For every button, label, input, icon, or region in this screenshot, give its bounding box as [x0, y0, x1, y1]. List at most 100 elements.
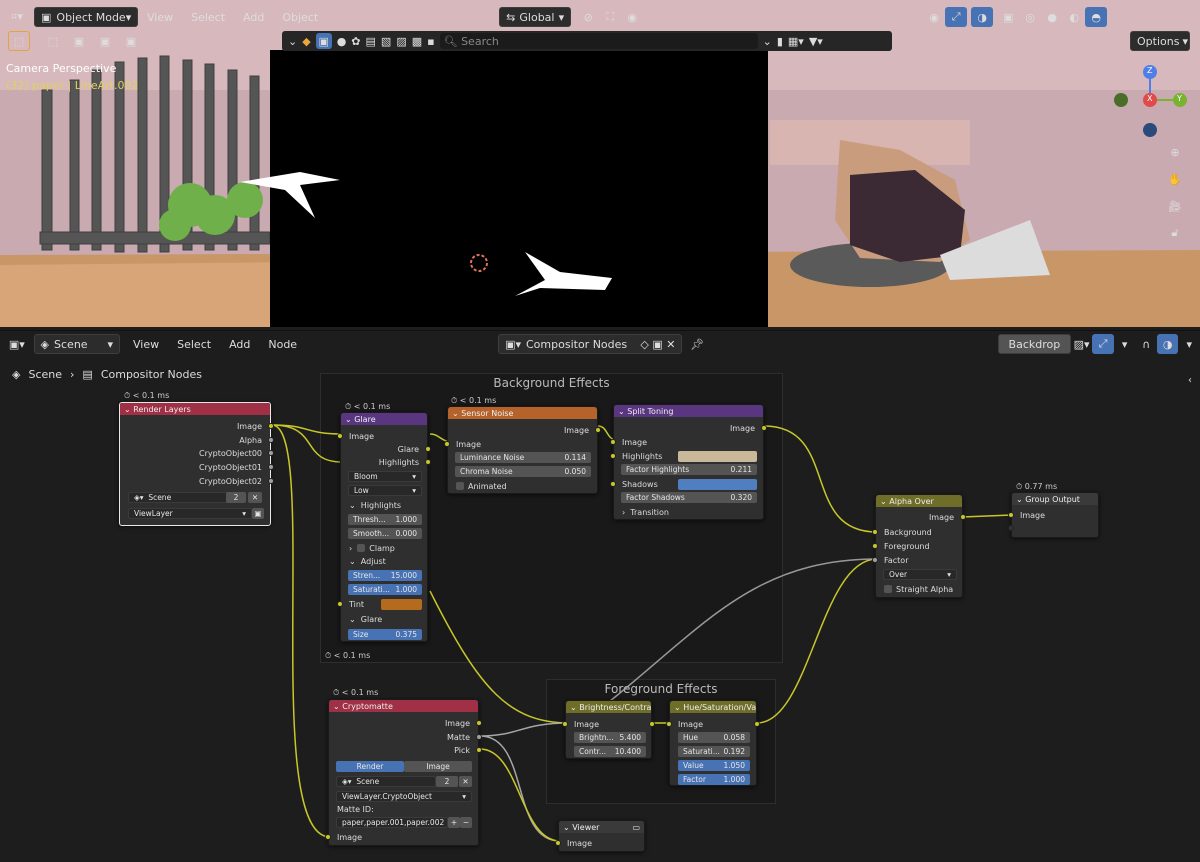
mode-selector[interactable]: ▣ Object Mode ▾ [34, 7, 138, 27]
socket[interactable] [761, 425, 767, 431]
funnel-icon[interactable]: ▼▾ [809, 35, 823, 48]
bookmark-icon[interactable]: ▮ [777, 35, 783, 48]
alpha-over-header[interactable]: ⌄ Alpha Over [876, 495, 962, 507]
section-glare[interactable]: ⌄ Glare [341, 613, 427, 625]
saturation-field[interactable]: Saturati... 0.192 [678, 746, 750, 757]
threshold-field[interactable]: Thresh... 1.000 [348, 514, 422, 525]
socket[interactable] [425, 446, 431, 452]
xray-icon[interactable]: ▣ [997, 7, 1019, 27]
scene-field[interactable]: ◈▾ Scene [336, 776, 436, 787]
socket[interactable] [1008, 512, 1014, 518]
value-field[interactable]: Value 1.050 [678, 760, 750, 771]
menu-object[interactable]: Object [273, 11, 327, 24]
socket[interactable] [268, 423, 274, 429]
socket[interactable] [610, 453, 616, 459]
filter-sphere-icon[interactable]: ● [337, 35, 347, 48]
glare-type-select[interactable]: Bloom ▾ [348, 471, 422, 482]
backdrop-toggle[interactable]: Backdrop [998, 334, 1071, 354]
menu-view[interactable]: View [138, 11, 182, 24]
breadcrumb-tree[interactable]: Compositor Nodes [101, 368, 202, 381]
split-toning-node[interactable]: ⌄ Split Toning Image Image Highlights Fa… [610, 404, 767, 520]
glare-node[interactable]: ⌄ Glare Image Glare Highlights Bloom ▾ Lo… [337, 412, 431, 642]
select-tool-icon[interactable]: ⬚ [8, 31, 30, 51]
socket[interactable] [872, 543, 878, 549]
shading-material-icon[interactable]: ◐ [1063, 7, 1085, 27]
socket[interactable] [268, 464, 274, 470]
section-transition[interactable]: › Transition [614, 506, 763, 518]
editor-type-icon[interactable]: ▣▾ [6, 334, 28, 354]
socket[interactable] [1008, 525, 1014, 531]
factor-highlights-field[interactable]: Factor Highlights 0.211 [621, 464, 757, 475]
socket[interactable] [268, 437, 274, 443]
hue-saturation-header[interactable]: ⌄ Hue/Saturation/Va... [670, 701, 756, 713]
chroma-noise-field[interactable]: Chroma Noise 0.050 [455, 466, 591, 477]
brightness-field[interactable]: Brightn... 5.400 [574, 732, 646, 743]
socket[interactable] [476, 734, 482, 740]
group-output-node[interactable]: ⌄ Group Output Image [1008, 492, 1099, 538]
saturation-field[interactable]: Saturati... 1.000 [348, 584, 422, 595]
options-button[interactable]: Options ▾ [1130, 31, 1190, 51]
filter-curve-icon[interactable]: ▨ [396, 35, 406, 48]
socket[interactable] [872, 529, 878, 535]
scene-selector[interactable]: ◈ Scene ▾ [33, 334, 121, 354]
strength-field[interactable]: Stren... 15.000 [348, 570, 422, 581]
node-tree-selector[interactable]: ▣▾ Compositor Nodes ◇ ▣ ✕ [498, 334, 683, 354]
section-adjust[interactable]: ⌄ Adjust [341, 555, 427, 567]
render-layers-node[interactable]: ⌄ Render Layers Image Alpha CryptoObject… [119, 402, 274, 526]
overlay-dropdown-icon[interactable]: ▾ [1178, 334, 1200, 354]
tint-color[interactable] [381, 599, 422, 610]
animated-checkbox[interactable] [456, 482, 464, 490]
shading-wire-icon[interactable]: ◎ [1019, 7, 1041, 27]
socket[interactable] [960, 514, 966, 520]
search-input[interactable]: 🔍︎ Search [439, 33, 758, 49]
socket[interactable] [666, 721, 672, 727]
socket[interactable] [337, 433, 343, 439]
socket[interactable] [476, 747, 482, 753]
snap-icon[interactable]: ⛶ [599, 7, 621, 27]
shading-solid-icon[interactable]: ● [1041, 7, 1063, 27]
socket[interactable] [268, 478, 274, 484]
3d-viewport[interactable]: ⌗▾ ▣ Object Mode ▾ View Select Add Object … [0, 0, 1200, 327]
brightness-contrast-node[interactable]: ⌄ Brightness/Contrast Image Brightn... 5.… [562, 700, 655, 759]
node-editor[interactable]: ▣▾ ◈ Scene ▾ View Select Add Node ▣▾ Compos… [0, 330, 1200, 861]
sensor-noise-header[interactable]: ⌄ Sensor Noise [448, 407, 597, 419]
overlay-icon[interactable]: ◑ [1156, 334, 1179, 354]
brightness-contrast-header[interactable]: ⌄ Brightness/Contrast [566, 701, 651, 713]
close-icon[interactable]: ✕ [459, 776, 472, 787]
section-clamp[interactable]: › Clamp [341, 542, 427, 554]
socket[interactable] [610, 439, 616, 445]
view-layer-icon[interactable]: ▣ [252, 508, 264, 519]
hue-field[interactable]: Hue 0.058 [678, 732, 750, 743]
filter-empty-icon[interactable]: ▧ [381, 35, 391, 48]
gizmo-icon[interactable]: ⤢ [1092, 334, 1114, 354]
view-layer-field[interactable]: ViewLayer ▾ [128, 508, 252, 519]
gizmo-icon[interactable]: ⤢ [945, 7, 968, 27]
camera-icon[interactable]: 🎥︎ [1164, 196, 1186, 216]
matte-id-field[interactable]: paper,paper.001,paper.002 [336, 817, 448, 828]
section-highlights[interactable]: ⌄ Highlights [341, 499, 427, 511]
socket[interactable] [444, 441, 450, 447]
socket[interactable] [268, 450, 274, 456]
breadcrumb-scene[interactable]: Scene [28, 368, 62, 381]
luminance-noise-field[interactable]: Luminance Noise 0.114 [455, 452, 591, 463]
remove-icon[interactable]: − [460, 817, 472, 828]
visibility-icon[interactable]: ◉ [923, 7, 945, 27]
straight-alpha-toggle[interactable]: Straight Alpha [876, 583, 962, 595]
glare-quality-select[interactable]: Low ▾ [348, 485, 422, 496]
pivot-icon[interactable]: ⊘ [577, 7, 599, 27]
filter-text-icon[interactable]: ▩ [412, 35, 422, 48]
size-field[interactable]: Size 0.375 [348, 629, 422, 640]
close-icon[interactable]: ✕ [248, 492, 262, 503]
lock-icon[interactable]: 🔓︎ [1164, 223, 1186, 243]
viewer-node[interactable]: ⌄ Viewer ▭ Image [555, 820, 645, 852]
shading-rendered-icon[interactable]: ◓ [1085, 7, 1108, 27]
proportional-icon[interactable]: ◉ [621, 7, 643, 27]
select-box-icon[interactable]: ⬚ [42, 31, 64, 51]
select-extend-icon[interactable]: ▣ [68, 31, 90, 51]
menu-select[interactable]: Select [182, 11, 234, 24]
layout-icon[interactable]: ▦▾ [788, 35, 804, 48]
socket[interactable] [425, 459, 431, 465]
filter-type-icon[interactable]: ◆ [302, 35, 310, 48]
backdrop-channels-icon[interactable]: ▨▾ [1071, 334, 1093, 354]
blend-type-select[interactable]: Over ▾ [883, 569, 957, 580]
